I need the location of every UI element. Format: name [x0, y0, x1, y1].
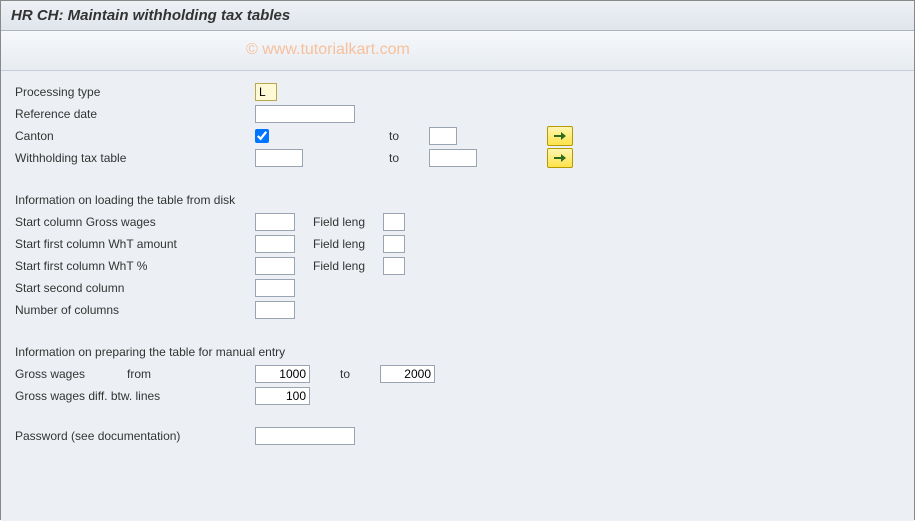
row-processing-type: Processing type	[15, 81, 900, 102]
row-start-second-col: Start second column	[15, 277, 900, 298]
label-from: from	[127, 367, 255, 381]
section-heading-load: Information on loading the table from di…	[15, 193, 900, 207]
row-start-gross-wages: Start column Gross wages Field leng	[15, 211, 900, 232]
watermark-text: © www.tutorialkart.com	[246, 41, 410, 59]
reference-date-input[interactable]	[255, 105, 355, 123]
label-to-canton: to	[389, 129, 429, 143]
label-gross-wages-diff: Gross wages diff. btw. lines	[15, 389, 255, 403]
row-password: Password (see documentation)	[15, 425, 900, 446]
label-start-second-col: Start second column	[15, 281, 255, 295]
field-leng-gross-wages-input[interactable]	[383, 213, 405, 231]
start-wht-pct-input[interactable]	[255, 257, 295, 275]
label-canton: Canton	[15, 129, 255, 143]
number-cols-input[interactable]	[255, 301, 295, 319]
label-number-cols: Number of columns	[15, 303, 255, 317]
start-wht-amount-input[interactable]	[255, 235, 295, 253]
field-leng-wht-amount-input[interactable]	[383, 235, 405, 253]
label-start-wht-pct: Start first column WhT %	[15, 259, 255, 273]
label-password: Password (see documentation)	[15, 429, 255, 443]
content-area: Processing type Reference date Canton to…	[1, 71, 914, 521]
arrow-right-icon	[554, 153, 566, 163]
label-gross-wages: Gross wages	[15, 367, 127, 381]
label-start-wht-amount: Start first column WhT amount	[15, 237, 255, 251]
label-start-gross-wages: Start column Gross wages	[15, 215, 255, 229]
password-input[interactable]	[255, 427, 355, 445]
start-second-col-input[interactable]	[255, 279, 295, 297]
section-heading-prepare: Information on preparing the table for m…	[15, 345, 900, 359]
gross-wages-to-input[interactable]	[380, 365, 435, 383]
label-field-leng-3: Field leng	[313, 259, 383, 273]
row-gross-wages: Gross wages from to	[15, 363, 900, 384]
toolbar: © www.tutorialkart.com	[1, 31, 914, 71]
label-to-gross: to	[340, 367, 380, 381]
row-canton: Canton to	[15, 125, 900, 146]
row-gross-wages-diff: Gross wages diff. btw. lines	[15, 385, 900, 406]
arrow-right-icon	[554, 131, 566, 141]
row-start-wht-pct: Start first column WhT % Field leng	[15, 255, 900, 276]
canton-checkbox[interactable]	[255, 129, 269, 143]
label-field-leng-2: Field leng	[313, 237, 383, 251]
label-processing-type: Processing type	[15, 85, 255, 99]
title-bar: HR CH: Maintain withholding tax tables	[1, 1, 914, 31]
label-reference-date: Reference date	[15, 107, 255, 121]
row-withholding-tax-table: Withholding tax table to	[15, 147, 900, 168]
start-gross-wages-input[interactable]	[255, 213, 295, 231]
wht-from-input[interactable]	[255, 149, 303, 167]
page-title: HR CH: Maintain withholding tax tables	[11, 7, 904, 24]
gross-wages-diff-input[interactable]	[255, 387, 310, 405]
wht-to-input[interactable]	[429, 149, 477, 167]
canton-to-input[interactable]	[429, 127, 457, 145]
row-start-wht-amount: Start first column WhT amount Field leng	[15, 233, 900, 254]
label-field-leng-1: Field leng	[313, 215, 383, 229]
row-reference-date: Reference date	[15, 103, 900, 124]
canton-multiple-selection-button[interactable]	[547, 126, 573, 146]
wht-multiple-selection-button[interactable]	[547, 148, 573, 168]
field-leng-wht-pct-input[interactable]	[383, 257, 405, 275]
gross-wages-from-input[interactable]	[255, 365, 310, 383]
label-to-wht: to	[389, 151, 429, 165]
label-wht-table: Withholding tax table	[15, 151, 255, 165]
processing-type-input[interactable]	[255, 83, 277, 101]
row-number-cols: Number of columns	[15, 299, 900, 320]
